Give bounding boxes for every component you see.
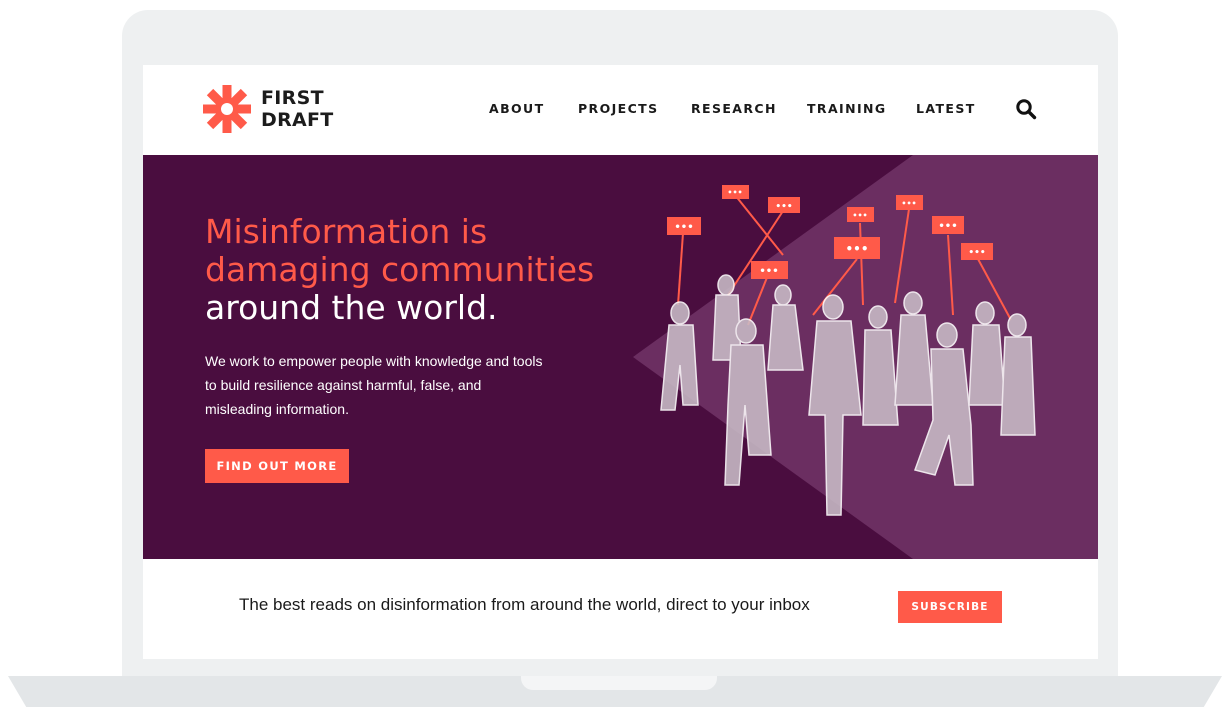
nav-item-about[interactable]: ABOUT [489, 101, 545, 116]
nav-item-projects[interactable]: PROJECTS [578, 101, 659, 116]
nav-item-research[interactable]: RESEARCH [691, 101, 777, 116]
find-out-more-button[interactable]: FIND OUT MORE [205, 449, 349, 483]
nav-item-latest[interactable]: LATEST [916, 101, 976, 116]
svg-text:•••: ••• [727, 188, 742, 197]
newsletter-text: The best reads on disinformation from ar… [239, 595, 810, 614]
svg-text:•••: ••• [674, 222, 693, 233]
svg-text:•••: ••• [775, 202, 792, 212]
logo-wordmark: FIRST DRAFT [261, 87, 334, 131]
svg-text:•••: ••• [901, 199, 916, 208]
search-icon[interactable] [1015, 98, 1037, 120]
logo-line-2: DRAFT [261, 109, 334, 131]
subscribe-button[interactable]: SUBSCRIBE [898, 591, 1002, 623]
laptop-notch [521, 676, 717, 690]
svg-text:•••: ••• [938, 221, 957, 232]
website-screen: FIRST DRAFT ABOUT PROJECTS RESEARCH TRAI… [143, 65, 1098, 659]
starburst-logo-icon [203, 85, 251, 133]
newsletter-strip: The best reads on disinformation from ar… [143, 559, 1098, 659]
site-header: FIRST DRAFT ABOUT PROJECTS RESEARCH TRAI… [143, 65, 1098, 155]
svg-text:•••: ••• [759, 266, 778, 277]
hero-headline-rest: around the world. [205, 288, 498, 327]
hero-section: ••• ••• ••• ••• ••• ••• ••• ••• ••• Misi [143, 155, 1098, 559]
svg-text:•••: ••• [845, 242, 868, 256]
hero-headline: Misinformation is damaging communities a… [205, 213, 625, 327]
nav-item-training[interactable]: TRAINING [807, 101, 887, 116]
hero-headline-accent-1: Misinformation is [205, 212, 488, 251]
svg-text:•••: ••• [968, 248, 985, 258]
first-draft-logo[interactable]: FIRST DRAFT [203, 85, 353, 133]
hero-description: We work to empower people with knowledge… [205, 353, 543, 417]
svg-text:•••: ••• [852, 211, 867, 220]
logo-line-1: FIRST [261, 87, 324, 109]
hero-headline-accent-2: damaging communities [205, 250, 595, 289]
